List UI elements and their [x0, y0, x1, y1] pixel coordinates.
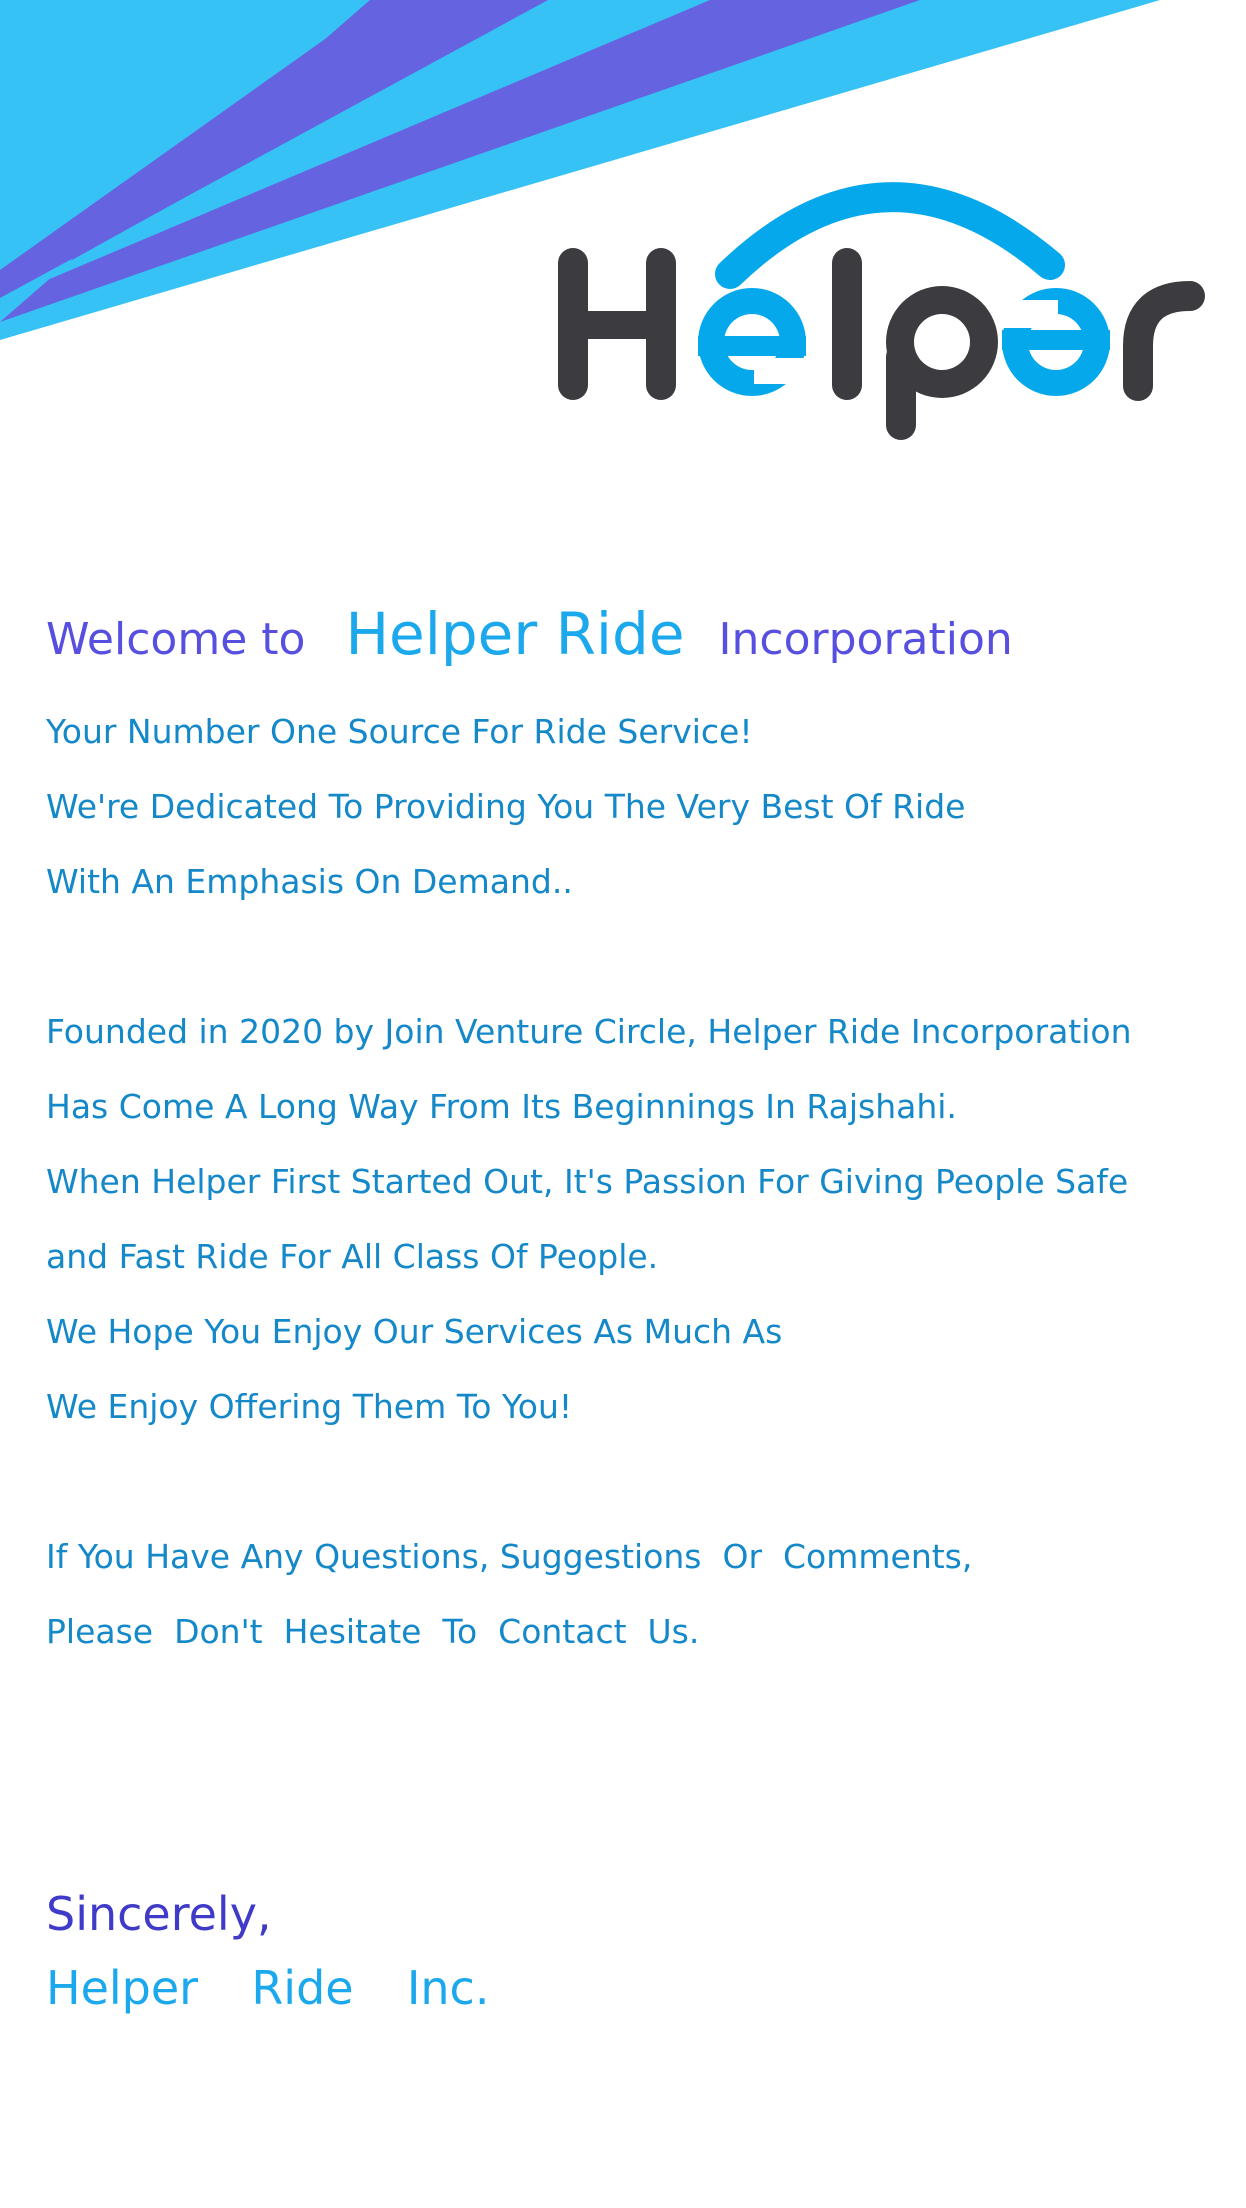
contact-line: If You Have Any Questions, Suggestions O… [46, 1537, 973, 1576]
logo-letter-r [1123, 281, 1205, 401]
logo-letter-e [698, 288, 808, 396]
history-line: Has Come A Long Way From Its Beginnings … [46, 1087, 957, 1126]
intro-line: Your Number One Source For Ride Service! [46, 712, 753, 751]
intro-paragraph: Your Number One Source For Ride Service!… [46, 694, 1216, 919]
closing-salutation: Sincerely, [46, 1887, 272, 1941]
intro-line: With An Emphasis On Demand.. [46, 862, 573, 901]
welcome-suffix: Incorporation [718, 614, 1013, 665]
contact-line: Please Don't Hesitate To Contact Us. [46, 1612, 700, 1651]
logo-letter-p [886, 286, 998, 440]
contact-paragraph: If You Have Any Questions, Suggestions O… [46, 1519, 1216, 1669]
welcome-prefix: Welcome to [46, 614, 306, 665]
logo-arc [715, 182, 1065, 289]
history-line: We Enjoy Offering Them To You! [46, 1387, 573, 1426]
closing-signature: Sincerely, Helper Ride Inc. [46, 1880, 489, 2028]
helper-logo [558, 182, 1205, 440]
history-paragraph: Founded in 2020 by Join Venture Circle, … [46, 994, 1216, 1444]
intro-line: We're Dedicated To Providing You The Ver… [46, 787, 966, 826]
history-line: When Helper First Started Out, It's Pass… [46, 1162, 1129, 1201]
logo-letter-l [832, 248, 862, 400]
history-line: and Fast Ride For All Class Of People. [46, 1237, 659, 1276]
welcome-brand: Helper Ride [345, 600, 685, 668]
history-line: We Hope You Enjoy Our Services As Much A… [46, 1312, 783, 1351]
welcome-heading: Welcome to Helper Ride Incorporation [46, 600, 1216, 674]
history-line: Founded in 2020 by Join Venture Circle, … [46, 1012, 1132, 1051]
about-content: Welcome to Helper Ride Incorporation You… [46, 600, 1216, 1669]
logo-letter-h [558, 248, 676, 400]
logo-letter-reversed-e [1000, 288, 1110, 396]
company-signature: Helper Ride Inc. [46, 1961, 490, 2015]
